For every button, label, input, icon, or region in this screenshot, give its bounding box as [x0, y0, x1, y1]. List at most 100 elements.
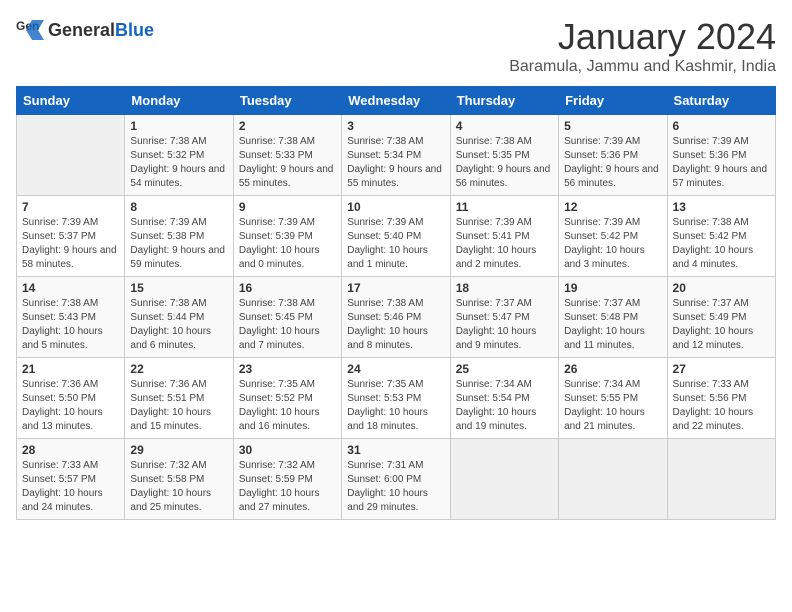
- week-row-3: 14Sunrise: 7:38 AMSunset: 5:43 PMDayligh…: [17, 277, 776, 358]
- calendar-cell: 22 Sunrise: 7:36 AMSunset: 5:51 PMDayligh…: [125, 358, 233, 439]
- day-info: Sunrise: 7:32 AMSunset: 5:58 PMDaylight:…: [130, 459, 227, 515]
- calendar-cell: 15 Sunrise: 7:38 AMSunset: 5:44 PMDayligh…: [125, 277, 233, 358]
- day-number: 25: [456, 362, 553, 376]
- day-info: Sunrise: 7:35 AMSunset: 5:52 PMDaylight:…: [239, 378, 336, 434]
- calendar-cell: [450, 439, 558, 520]
- day-info: Sunrise: 7:39 AMSunset: 5:36 PMDaylight:…: [564, 135, 661, 191]
- day-info: Sunrise: 7:38 AMSunset: 5:42 PMDaylight:…: [673, 216, 770, 272]
- logo: Gen GeneralBlue: [16, 16, 154, 44]
- day-number: 5: [564, 119, 661, 133]
- day-number: 15: [130, 281, 227, 295]
- day-info: Sunrise: 7:36 AMSunset: 5:51 PMDaylight:…: [130, 378, 227, 434]
- calendar-cell: [667, 439, 775, 520]
- day-info: Sunrise: 7:35 AMSunset: 5:53 PMDaylight:…: [347, 378, 444, 434]
- logo-general-text: General: [48, 20, 115, 40]
- day-number: 30: [239, 443, 336, 457]
- calendar-cell: 21 Sunrise: 7:36 AMSunset: 5:50 PMDayligh…: [17, 358, 125, 439]
- day-number: 2: [239, 119, 336, 133]
- day-info: Sunrise: 7:38 AMSunset: 5:46 PMDaylight:…: [347, 297, 444, 353]
- day-number: 19: [564, 281, 661, 295]
- week-row-5: 28Sunrise: 7:33 AMSunset: 5:57 PMDayligh…: [17, 439, 776, 520]
- calendar-cell: 17 Sunrise: 7:38 AMSunset: 5:46 PMDayligh…: [342, 277, 450, 358]
- header-cell-monday: Monday: [125, 87, 233, 115]
- day-info: Sunrise: 7:34 AMSunset: 5:55 PMDaylight:…: [564, 378, 661, 434]
- day-number: 11: [456, 200, 553, 214]
- day-number: 14: [22, 281, 119, 295]
- calendar-cell: 13 Sunrise: 7:38 AMSunset: 5:42 PMDayligh…: [667, 196, 775, 277]
- day-info: Sunrise: 7:37 AMSunset: 5:47 PMDaylight:…: [456, 297, 553, 353]
- day-info: Sunrise: 7:38 AMSunset: 5:45 PMDaylight:…: [239, 297, 336, 353]
- day-number: 1: [130, 119, 227, 133]
- calendar-cell: 2 Sunrise: 7:38 AMSunset: 5:33 PMDaylight…: [233, 115, 341, 196]
- day-info: Sunrise: 7:39 AMSunset: 5:37 PMDaylight:…: [22, 216, 119, 272]
- day-number: 31: [347, 443, 444, 457]
- day-info: Sunrise: 7:38 AMSunset: 5:44 PMDaylight:…: [130, 297, 227, 353]
- day-info: Sunrise: 7:39 AMSunset: 5:36 PMDaylight:…: [673, 135, 770, 191]
- location-title: Baramula, Jammu and Kashmir, India: [509, 58, 776, 76]
- day-info: Sunrise: 7:38 AMSunset: 5:35 PMDaylight:…: [456, 135, 553, 191]
- day-number: 22: [130, 362, 227, 376]
- day-number: 24: [347, 362, 444, 376]
- day-info: Sunrise: 7:33 AMSunset: 5:56 PMDaylight:…: [673, 378, 770, 434]
- day-info: Sunrise: 7:39 AMSunset: 5:41 PMDaylight:…: [456, 216, 553, 272]
- week-row-1: 1 Sunrise: 7:38 AMSunset: 5:32 PMDaylight…: [17, 115, 776, 196]
- calendar-cell: 5 Sunrise: 7:39 AMSunset: 5:36 PMDaylight…: [559, 115, 667, 196]
- calendar-table: SundayMondayTuesdayWednesdayThursdayFrid…: [16, 86, 776, 520]
- calendar-cell: 10 Sunrise: 7:39 AMSunset: 5:40 PMDayligh…: [342, 196, 450, 277]
- calendar-cell: 28Sunrise: 7:33 AMSunset: 5:57 PMDayligh…: [17, 439, 125, 520]
- day-info: Sunrise: 7:39 AMSunset: 5:40 PMDaylight:…: [347, 216, 444, 272]
- header-cell-thursday: Thursday: [450, 87, 558, 115]
- day-info: Sunrise: 7:31 AMSunset: 6:00 PMDaylight:…: [347, 459, 444, 515]
- day-number: 8: [130, 200, 227, 214]
- day-number: 23: [239, 362, 336, 376]
- header-row: SundayMondayTuesdayWednesdayThursdayFrid…: [17, 87, 776, 115]
- day-info: Sunrise: 7:39 AMSunset: 5:39 PMDaylight:…: [239, 216, 336, 272]
- day-number: 17: [347, 281, 444, 295]
- calendar-cell: 3 Sunrise: 7:38 AMSunset: 5:34 PMDaylight…: [342, 115, 450, 196]
- day-info: Sunrise: 7:38 AMSunset: 5:34 PMDaylight:…: [347, 135, 444, 191]
- calendar-cell: 9Sunrise: 7:39 AMSunset: 5:39 PMDaylight…: [233, 196, 341, 277]
- calendar-cell: 25 Sunrise: 7:34 AMSunset: 5:54 PMDayligh…: [450, 358, 558, 439]
- calendar-cell: 11 Sunrise: 7:39 AMSunset: 5:41 PMDayligh…: [450, 196, 558, 277]
- page-header: Gen GeneralBlue January 2024 Baramula, J…: [16, 16, 776, 76]
- header-cell-friday: Friday: [559, 87, 667, 115]
- calendar-cell: 31 Sunrise: 7:31 AMSunset: 6:00 PMDayligh…: [342, 439, 450, 520]
- header-cell-sunday: Sunday: [17, 87, 125, 115]
- calendar-cell: 12Sunrise: 7:39 AMSunset: 5:42 PMDayligh…: [559, 196, 667, 277]
- day-number: 21: [22, 362, 119, 376]
- day-number: 4: [456, 119, 553, 133]
- calendar-cell: 20 Sunrise: 7:37 AMSunset: 5:49 PMDayligh…: [667, 277, 775, 358]
- calendar-cell: 16 Sunrise: 7:38 AMSunset: 5:45 PMDayligh…: [233, 277, 341, 358]
- calendar-cell: 27 Sunrise: 7:33 AMSunset: 5:56 PMDayligh…: [667, 358, 775, 439]
- calendar-cell: 1 Sunrise: 7:38 AMSunset: 5:32 PMDaylight…: [125, 115, 233, 196]
- day-number: 27: [673, 362, 770, 376]
- title-area: January 2024 Baramula, Jammu and Kashmir…: [509, 16, 776, 76]
- calendar-cell: [559, 439, 667, 520]
- day-info: Sunrise: 7:39 AMSunset: 5:38 PMDaylight:…: [130, 216, 227, 272]
- logo-blue-text: Blue: [115, 20, 154, 40]
- day-info: Sunrise: 7:36 AMSunset: 5:50 PMDaylight:…: [22, 378, 119, 434]
- day-number: 20: [673, 281, 770, 295]
- day-info: Sunrise: 7:34 AMSunset: 5:54 PMDaylight:…: [456, 378, 553, 434]
- calendar-cell: 8 Sunrise: 7:39 AMSunset: 5:38 PMDaylight…: [125, 196, 233, 277]
- day-number: 16: [239, 281, 336, 295]
- calendar-cell: 14Sunrise: 7:38 AMSunset: 5:43 PMDayligh…: [17, 277, 125, 358]
- day-number: 3: [347, 119, 444, 133]
- day-number: 13: [673, 200, 770, 214]
- day-info: Sunrise: 7:38 AMSunset: 5:33 PMDaylight:…: [239, 135, 336, 191]
- calendar-cell: 26 Sunrise: 7:34 AMSunset: 5:55 PMDayligh…: [559, 358, 667, 439]
- calendar-cell: 23 Sunrise: 7:35 AMSunset: 5:52 PMDayligh…: [233, 358, 341, 439]
- day-info: Sunrise: 7:33 AMSunset: 5:57 PMDaylight:…: [22, 459, 119, 515]
- calendar-cell: 29 Sunrise: 7:32 AMSunset: 5:58 PMDayligh…: [125, 439, 233, 520]
- header-cell-tuesday: Tuesday: [233, 87, 341, 115]
- header-cell-wednesday: Wednesday: [342, 87, 450, 115]
- day-number: 29: [130, 443, 227, 457]
- calendar-cell: [17, 115, 125, 196]
- day-info: Sunrise: 7:37 AMSunset: 5:49 PMDaylight:…: [673, 297, 770, 353]
- day-info: Sunrise: 7:38 AMSunset: 5:32 PMDaylight:…: [130, 135, 227, 191]
- day-number: 10: [347, 200, 444, 214]
- week-row-4: 21 Sunrise: 7:36 AMSunset: 5:50 PMDayligh…: [17, 358, 776, 439]
- day-number: 12: [564, 200, 661, 214]
- calendar-cell: 30Sunrise: 7:32 AMSunset: 5:59 PMDayligh…: [233, 439, 341, 520]
- day-number: 26: [564, 362, 661, 376]
